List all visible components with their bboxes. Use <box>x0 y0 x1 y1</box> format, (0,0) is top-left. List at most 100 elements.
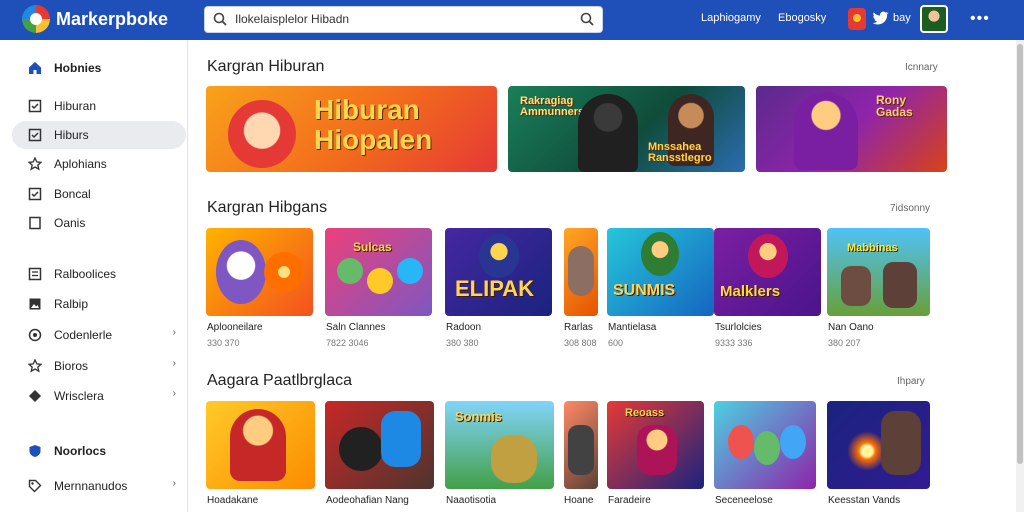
app-logo[interactable] <box>22 5 50 33</box>
app-tile[interactable]: Malklers <box>714 228 821 316</box>
shield-icon <box>29 445 41 457</box>
banner-title: Hiburan Hiopalen <box>314 94 433 155</box>
see-more-link[interactable]: 7idsonny <box>890 203 930 214</box>
tag-icon <box>28 479 42 493</box>
featured-banner[interactable]: Hiburan Hiopalen <box>206 86 497 172</box>
app-name[interactable]: Seceneelose <box>715 495 773 506</box>
app-name[interactable]: Aplooneilare <box>207 322 263 333</box>
app-name[interactable]: Faradeire <box>608 495 651 506</box>
app-tile[interactable]: Sonmis <box>445 401 554 489</box>
sidebar-item-label: Hobnies <box>54 61 102 75</box>
sidebar-item-mernnanudos[interactable]: Mernnanudos › <box>12 472 186 500</box>
app-tile[interactable] <box>564 401 598 489</box>
search-input[interactable]: Ilokelaisplelor Hibadn <box>235 12 349 26</box>
app-name[interactable]: Rarlas <box>564 322 593 333</box>
app-tile[interactable]: Mabbinas <box>827 228 930 316</box>
sidebar-item-wrisclera[interactable]: Wrisclera › <box>12 382 186 410</box>
app-tile[interactable] <box>827 401 930 489</box>
section-title: Aagara Paatlbrglaca <box>207 372 352 389</box>
search-submit-icon[interactable] <box>580 12 594 26</box>
app-meta: 308 808 <box>564 338 597 348</box>
scrollbar-thumb[interactable] <box>1017 44 1023 464</box>
nav-link[interactable]: Ebogosky <box>778 12 826 24</box>
sidebar-item-oanis[interactable]: Oanis <box>12 209 186 237</box>
app-name[interactable]: Naaotisotia <box>446 495 496 506</box>
circle-icon <box>28 328 42 342</box>
app-name[interactable]: Saln Clannes <box>326 322 385 333</box>
app-tile[interactable]: SUNMIS <box>607 228 714 316</box>
app-tile[interactable] <box>206 228 313 316</box>
sidebar-item-label: Boncal <box>54 187 91 201</box>
banner-subtitle: Mnssahea Ransstlegro <box>648 141 712 164</box>
search-icon <box>213 12 227 26</box>
app-meta: 380 380 <box>446 338 479 348</box>
app-name[interactable]: Aodeohafian Nang <box>326 495 409 506</box>
check-box-icon <box>28 187 42 201</box>
list-icon <box>28 267 42 281</box>
user-label[interactable]: bay <box>893 12 911 24</box>
sidebar-item-hobnies[interactable]: Hobnies <box>12 54 186 82</box>
star-icon <box>28 157 42 171</box>
app-tile[interactable]: ELIPAK <box>445 228 552 316</box>
chevron-right-icon: › <box>172 327 176 338</box>
avatar[interactable] <box>920 5 948 33</box>
app-tile[interactable]: Reoass <box>607 401 704 489</box>
diamond-icon <box>29 390 41 402</box>
app-title[interactable]: Markerpboke <box>56 9 168 30</box>
app-meta: 380 207 <box>828 338 861 348</box>
app-name[interactable]: Tsurlolcies <box>715 322 762 333</box>
search-bar[interactable]: Ilokelaisplelor Hibadn <box>204 6 603 33</box>
app-meta: 330 370 <box>207 338 240 348</box>
more-menu-icon[interactable]: ••• <box>970 10 990 28</box>
sidebar-item-ralboolices[interactable]: Ralboolices <box>12 260 186 288</box>
sidebar-item-noorlocs[interactable]: Noorlocs <box>12 437 186 465</box>
image-icon <box>29 298 41 310</box>
chevron-right-icon: › <box>172 478 176 489</box>
sidebar-item-hiburs[interactable]: Hiburs <box>12 121 186 149</box>
app-tile[interactable] <box>206 401 315 489</box>
app-tile[interactable] <box>325 401 434 489</box>
star-icon <box>28 359 42 373</box>
sidebar-item-label: Codenlerle <box>54 328 113 342</box>
see-more-link[interactable]: Icnnary <box>905 62 938 73</box>
sidebar-item-label: Ralbip <box>54 297 89 311</box>
sidebar-item-label: Hiburs <box>54 128 89 142</box>
sidebar: Hobnies Hiburan Hiburs Aplohians Boncal … <box>0 40 188 512</box>
app-name[interactable]: Keesstan Vands <box>828 495 900 506</box>
chevron-right-icon: › <box>172 388 176 399</box>
sidebar-item-aplohians[interactable]: Aplohians <box>12 150 186 178</box>
app-tile[interactable] <box>564 228 598 316</box>
bird-icon[interactable] <box>872 9 890 27</box>
sidebar-item-label: Bioros <box>54 359 89 373</box>
sidebar-item-bioros[interactable]: Bioros › <box>12 352 186 380</box>
check-box-icon <box>28 128 42 142</box>
app-name[interactable]: Hoane <box>564 495 593 506</box>
app-meta: 600 <box>608 338 624 348</box>
sidebar-item-ralbip[interactable]: Ralbip <box>12 290 186 318</box>
banner-title: Rony Gadas <box>876 93 913 119</box>
sidebar-item-boncal[interactable]: Boncal <box>12 180 186 208</box>
square-icon <box>29 216 41 230</box>
chevron-right-icon: › <box>172 358 176 369</box>
app-meta: 7822 3046 <box>326 338 369 348</box>
app-tile[interactable] <box>714 401 816 489</box>
sidebar-item-codenlerle[interactable]: Codenlerle › <box>12 321 186 349</box>
sidebar-item-label: Noorlocs <box>54 444 107 458</box>
nav-link[interactable]: Laphiogamy <box>701 12 761 24</box>
app-name[interactable]: Mantielasa <box>608 322 656 333</box>
featured-banner[interactable]: Rony Gadas <box>756 86 947 172</box>
sidebar-item-label: Aplohians <box>54 157 107 171</box>
app-meta: 9333 336 <box>715 338 753 348</box>
app-name[interactable]: Hoadakane <box>207 495 258 506</box>
see-more-link[interactable]: Ihpary <box>897 376 925 387</box>
notification-icon[interactable] <box>848 8 866 30</box>
section-title: Kargran Hibgans <box>207 199 328 216</box>
app-name[interactable]: Nan Oano <box>828 322 874 333</box>
sidebar-item-hiburan[interactable]: Hiburan <box>12 92 186 120</box>
app-name[interactable]: Radoon <box>446 322 481 333</box>
app-tile[interactable]: Sulcas <box>325 228 432 316</box>
sidebar-item-label: Wrisclera <box>54 389 104 403</box>
sidebar-item-label: Hiburan <box>54 99 97 113</box>
featured-banner[interactable]: Rakragiag Ammunnerse Mnssahea Ransstlegr… <box>508 86 745 172</box>
sidebar-item-label: Mernnanudos <box>54 479 128 493</box>
